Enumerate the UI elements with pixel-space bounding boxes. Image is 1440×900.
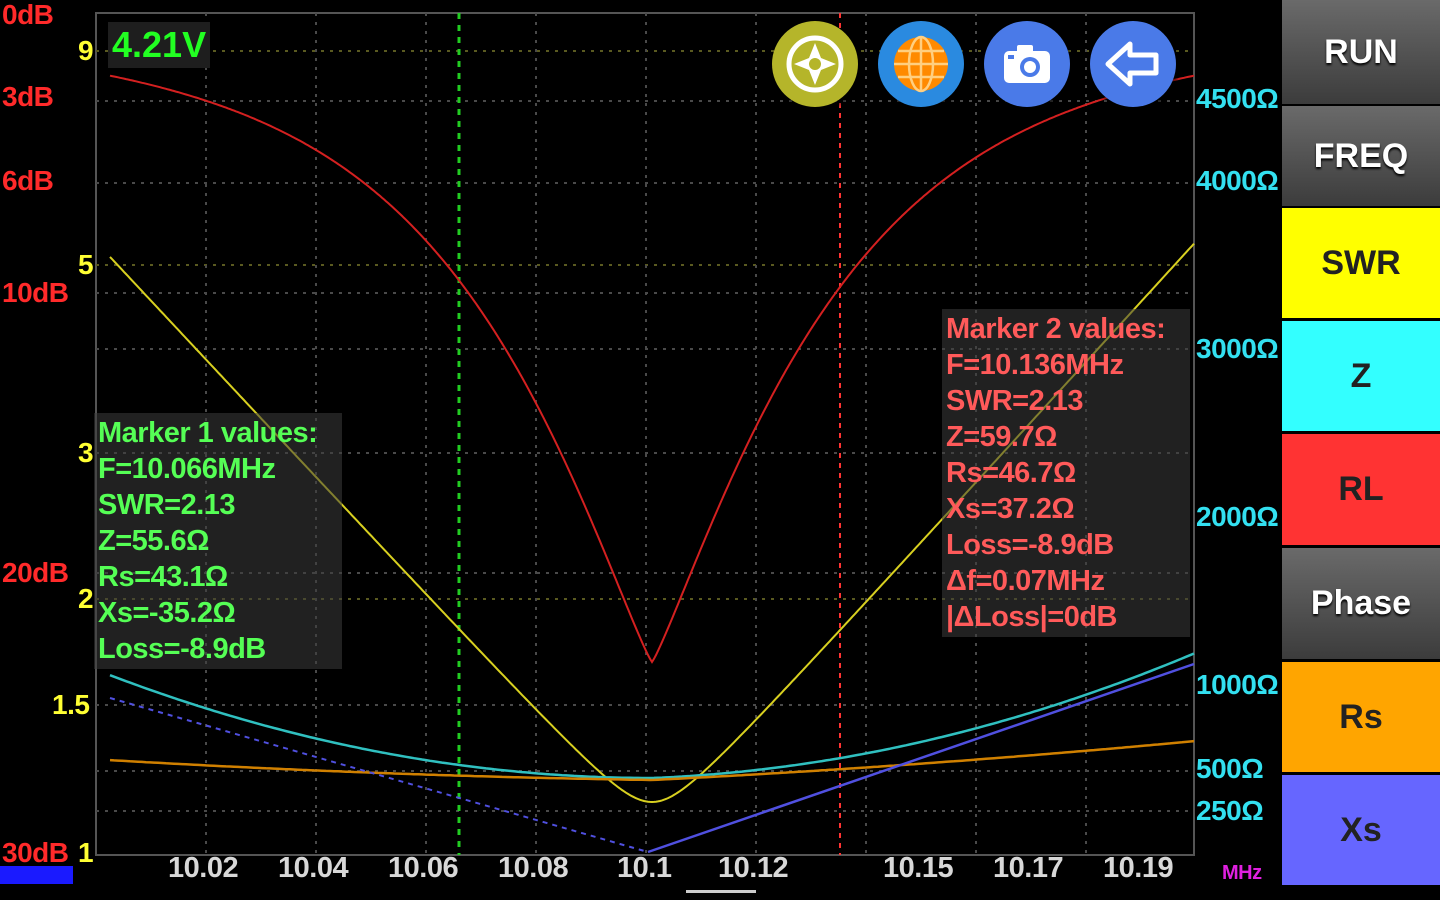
marker2-swr: SWR=2.13 (946, 385, 1084, 417)
marker2-delta-loss: |ΔLoss|=0dB (946, 601, 1117, 633)
resistance-trace (109, 739, 1195, 782)
rl-tick-6: 6dB (2, 165, 54, 196)
ohm-tick-3000: 3000Ω (1196, 333, 1279, 364)
marker1-swr: SWR=2.13 (98, 489, 236, 521)
rl-tick-20: 20dB (2, 557, 69, 588)
ohm-tick-2000: 2000Ω (1196, 501, 1279, 532)
reactance-trace-positive (647, 662, 1195, 854)
marker1-xs: Xs=-35.2Ω (98, 597, 236, 629)
marker1-freq: F=10.066MHz (98, 453, 276, 485)
marker1-rs: Rs=43.1Ω (98, 561, 228, 593)
ohm-tick-1000: 1000Ω (1196, 669, 1279, 700)
x-tick: 10.1 (617, 852, 672, 884)
rl-tick-30: 30dB (2, 837, 69, 868)
x-tick: 10.04 (278, 852, 349, 884)
x-tick: 10.02 (168, 852, 239, 884)
back-button[interactable] (1090, 21, 1176, 107)
globe-button[interactable] (878, 21, 964, 107)
marker1-z: Z=55.6Ω (98, 525, 209, 557)
ohm-tick-4000: 4000Ω (1196, 165, 1279, 196)
run-button[interactable]: RUN (1282, 0, 1440, 104)
screenshot-button[interactable] (984, 21, 1070, 107)
marker2-title: Marker 2 values: (946, 313, 1166, 345)
swr-tick-5: 5 (78, 249, 94, 280)
target-button[interactable] (772, 21, 858, 107)
swr-button[interactable]: SWR (1282, 208, 1440, 318)
x-tick: 10.15 (883, 852, 954, 884)
rl-tick-0: 0dB (2, 0, 54, 30)
x-tick: 10.12 (718, 852, 789, 884)
swr-tick-1: 1 (78, 837, 94, 868)
x-tick: 10.08 (498, 852, 569, 884)
scroll-indicator[interactable] (686, 890, 756, 893)
xs-button[interactable]: Xs (1282, 775, 1440, 885)
x-unit: MHz (1222, 862, 1262, 884)
target-icon (786, 35, 844, 93)
globe-icon (894, 35, 948, 93)
rl-tick-3: 3dB (2, 81, 54, 112)
ohm-tick-4500: 4500Ω (1196, 83, 1279, 114)
marker2-xs: Xs=37.2Ω (946, 493, 1075, 525)
swr-tick-9: 9 (78, 35, 94, 66)
ohm-tick-500: 500Ω (1196, 753, 1264, 784)
rs-button[interactable]: Rs (1282, 662, 1440, 772)
marker1-title: Marker 1 values: (98, 417, 318, 449)
battery-voltage: 4.21V (108, 22, 211, 68)
rl-button[interactable]: RL (1282, 434, 1440, 545)
impedance-trace (109, 652, 1195, 780)
rl-tick-10: 10dB (2, 277, 69, 308)
marker2-delta-freq: Δf=0.07MHz (946, 565, 1105, 597)
camera-icon (1004, 45, 1050, 83)
z-button[interactable]: Z (1282, 321, 1440, 431)
freq-button[interactable]: FREQ (1282, 106, 1440, 206)
swr-tick-1-5: 1.5 (52, 689, 90, 720)
marker2-freq: F=10.136MHz (946, 349, 1124, 381)
swr-tick-3: 3 (78, 437, 94, 468)
marker2-values-panel: Marker 2 values: F=10.136MHz SWR=2.13 Z=… (942, 309, 1190, 637)
marker1-values-panel: Marker 1 values: F=10.066MHz SWR=2.13 Z=… (94, 413, 342, 669)
x-tick: 10.17 (993, 852, 1064, 884)
marker2-z: Z=59.7Ω (946, 421, 1057, 453)
marker2-rs: Rs=46.7Ω (946, 457, 1076, 489)
back-arrow-icon (1105, 41, 1159, 87)
x-tick: 10.19 (1103, 852, 1174, 884)
marker2-loss: Loss=-8.9dB (946, 529, 1114, 561)
marker1-loss: Loss=-8.9dB (98, 633, 266, 665)
x-tick: 10.06 (388, 852, 459, 884)
swr-tick-2: 2 (78, 583, 94, 614)
ohm-tick-250: 250Ω (1196, 795, 1264, 826)
phase-button[interactable]: Phase (1282, 548, 1440, 659)
